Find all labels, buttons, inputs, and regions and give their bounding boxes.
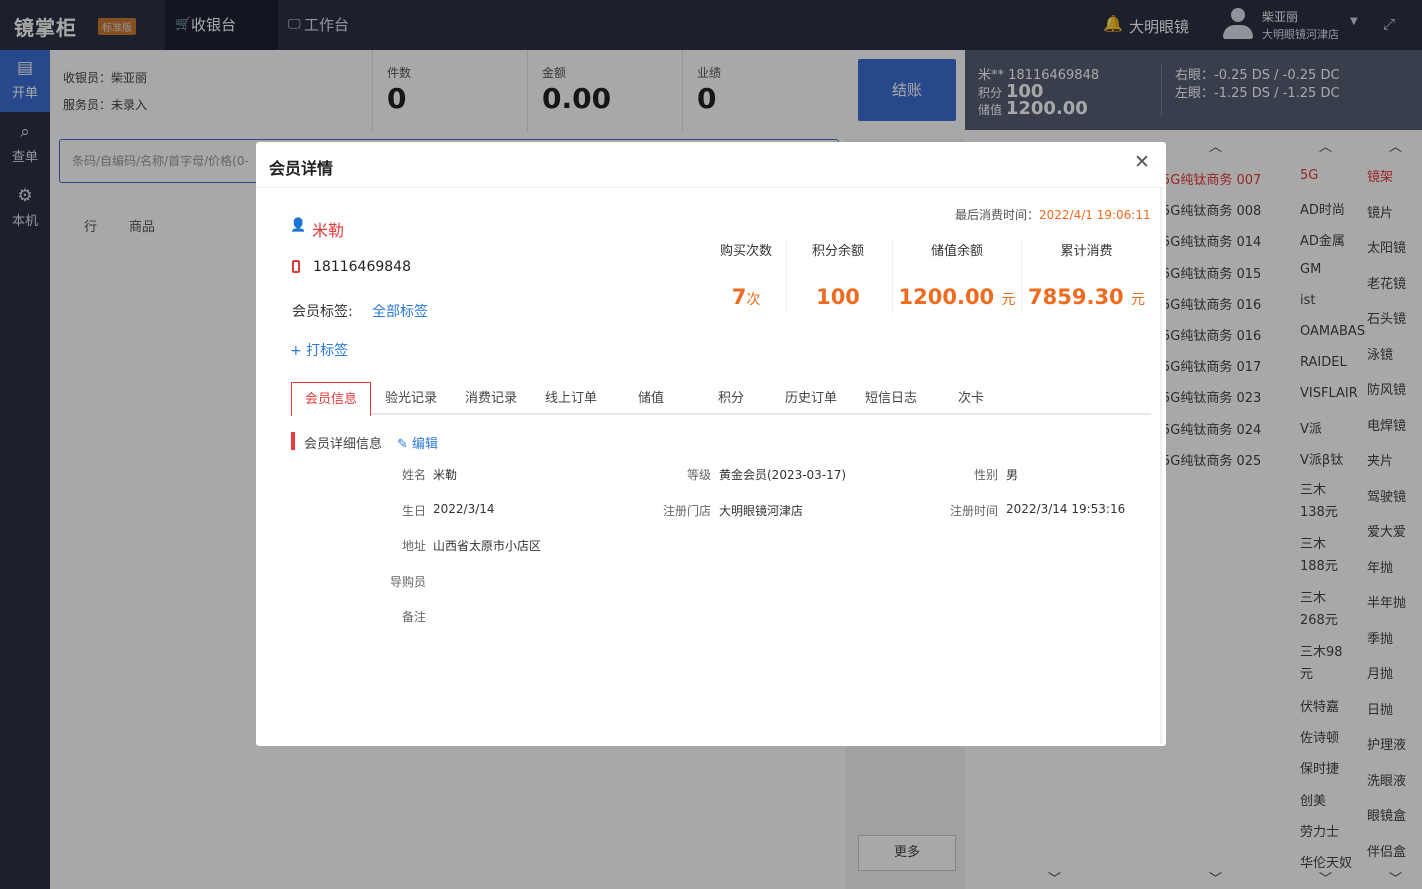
tab-optometry[interactable]: 验光记录 [371,382,451,415]
stat-balance: 储值余额 1200.00 元 [894,240,1020,309]
stat-value: 7次 [706,285,786,309]
stat-label: 储值余额 [930,244,983,259]
member-phone: 18116469848 [313,259,411,275]
divider [1021,240,1022,314]
field-label: 注册时间 [949,504,998,518]
last-visit: 最后消费时间：2022/4/1 19:06:11 [955,206,1151,223]
field-label: 生日 [401,504,426,518]
field-value-name: 米勒 [433,468,458,482]
stat-unit: 次 [746,292,761,308]
stat-label: 累计消费 [1060,244,1113,259]
tab-history-orders[interactable]: 历史订单 [771,382,851,415]
stat-value: 100 [816,285,860,309]
tab-stored-value[interactable]: 储值 [611,382,691,415]
stat-unit: 元 [1001,292,1016,308]
field-value-reg-time: 2022/3/14 19:53:16 [1006,502,1126,516]
tab-consumption[interactable]: 消费记录 [451,382,531,415]
field-label: 姓名 [401,468,426,482]
stat-label: 积分余额 [811,244,864,259]
field-label: 等级 [686,468,711,482]
field-label: 注册门店 [662,504,711,518]
stat-number: 1200.00 [898,285,995,309]
stat-points: 积分余额 100 [788,240,888,309]
edit-icon: ✎ [397,437,408,452]
stat-total: 累计消费 7859.30 元 [1023,240,1150,309]
member-name: 米勒 [312,221,345,240]
field-label: 地址 [401,539,426,553]
divider [786,240,787,314]
field-value-address: 山西省太原市小店区 [433,539,542,553]
tab-online-orders[interactable]: 线上订单 [531,382,611,415]
divider [892,240,893,314]
stat-number: 7859.30 [1028,285,1124,309]
field-value-gender: 男 [1006,468,1019,482]
tab-count-card[interactable]: 次卡 [931,382,1011,415]
add-tag-button[interactable]: + 打标签 [290,340,348,360]
tags-label: 会员标签: [292,304,353,320]
tab-points[interactable]: 积分 [691,382,771,415]
section-title: 会员详细信息 [304,437,383,452]
field-label: 备注 [401,610,426,624]
section-marker [291,432,295,450]
stat-value: 7859.30 元 [1023,285,1150,309]
modal-scrollbar[interactable] [1160,188,1162,744]
last-visit-label: 最后消费时间： [955,208,1040,222]
divider [256,187,1166,188]
tab-member-info[interactable]: 会员信息 [291,382,371,416]
field-label: 性别 [973,468,998,482]
member-stats: 购买次数 7次 积分余额 100 储值余额 1200.00 元 累计消费 785… [706,240,1145,314]
user-icon: 👤 [290,218,307,233]
edit-label: 编辑 [412,437,439,452]
stat-unit: 元 [1130,292,1145,308]
member-detail-modal: 会员详情 ✕ 👤 米勒 18116469848 会员标签: 全部标签 + 打标签… [256,142,1166,746]
field-value-reg-store: 大明眼镜河津店 [719,504,804,518]
field-value-level: 黄金会员(2023-03-17) [719,468,847,482]
all-tags-link[interactable]: 全部标签 [372,301,428,321]
field-label: 导购员 [389,575,426,589]
edit-button[interactable]: ✎ 编辑 [397,433,438,452]
stat-purchases: 购买次数 7次 [706,240,786,309]
close-icon[interactable]: ✕ [1134,151,1150,173]
member-tabs: 会员信息 验光记录 消费记录 线上订单 储值 积分 历史订单 短信日志 次卡 [291,382,1151,416]
field-value-birthday: 2022/3/14 [433,502,495,516]
last-visit-value: 2022/4/1 19:06:11 [1039,208,1151,222]
stat-label: 购买次数 [719,244,772,259]
stat-value: 1200.00 元 [894,285,1020,309]
phone-icon [292,260,300,273]
modal-title: 会员详情 [269,159,334,178]
tab-sms-log[interactable]: 短信日志 [851,382,931,415]
stat-number: 7 [731,285,747,309]
